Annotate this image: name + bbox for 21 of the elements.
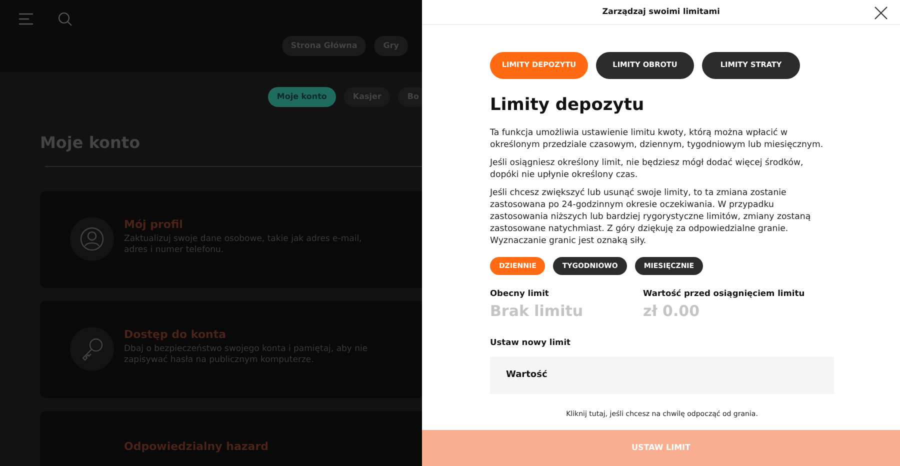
section-heading: Limity depozytu — [490, 95, 646, 116]
account-card[interactable]: Odpowiedzialny hazard — [40, 411, 422, 466]
search-icon[interactable] — [58, 12, 72, 26]
stat-label: Obecny limit — [490, 287, 550, 300]
field-label: Ustaw nowy limit — [490, 336, 572, 349]
card-title: Odpowiedzialny hazard — [124, 439, 268, 456]
card-title: Dostęp do konta — [124, 327, 228, 344]
paragraph: Ta funkcja umożliwia ustawienie limitu kwoty, którą można wpłacić w określonym przedziale czasowym, dziennym, tygodniowym lub miesięcznym. — [490, 127, 824, 152]
user-icon — [80, 227, 104, 252]
card-title: Mój profil — [124, 217, 184, 234]
close-icon[interactable] — [874, 5, 888, 19]
stat-value: Brak limitu — [490, 300, 584, 322]
dialog-title: Zarządzaj swoimi limitami — [602, 6, 720, 18]
stat-value: zł 0.00 — [643, 300, 701, 322]
menu-icon[interactable] — [18, 13, 34, 25]
input-field[interactable]: Wartość — [490, 356, 834, 394]
key-icon — [80, 337, 104, 362]
nav-tab[interactable]: Moje konto — [268, 87, 336, 107]
stat-label: Wartość przed osiągnięciem limitu — [643, 287, 805, 300]
paragraph: Jeśli osiągniesz określony limit, nie będziesz mógł dodać więcej środków, dopóki nie upłynie określony czas. — [490, 157, 804, 182]
paragraph: Jeśli chcesz zwiększyć lub usunąć swoje limity, to ta zmiana zostanie zastosowana po 24-godzinnym okresie oczekiwania. W przypadku zastosowania niższych lub bardziej rygorystyczne limitów, zmiany zostaną zastosowane natychmiast. Z góry dziękuję za odpowiedzialne granie. Wyznaczanie granic jest oznaką siły. — [490, 187, 812, 248]
